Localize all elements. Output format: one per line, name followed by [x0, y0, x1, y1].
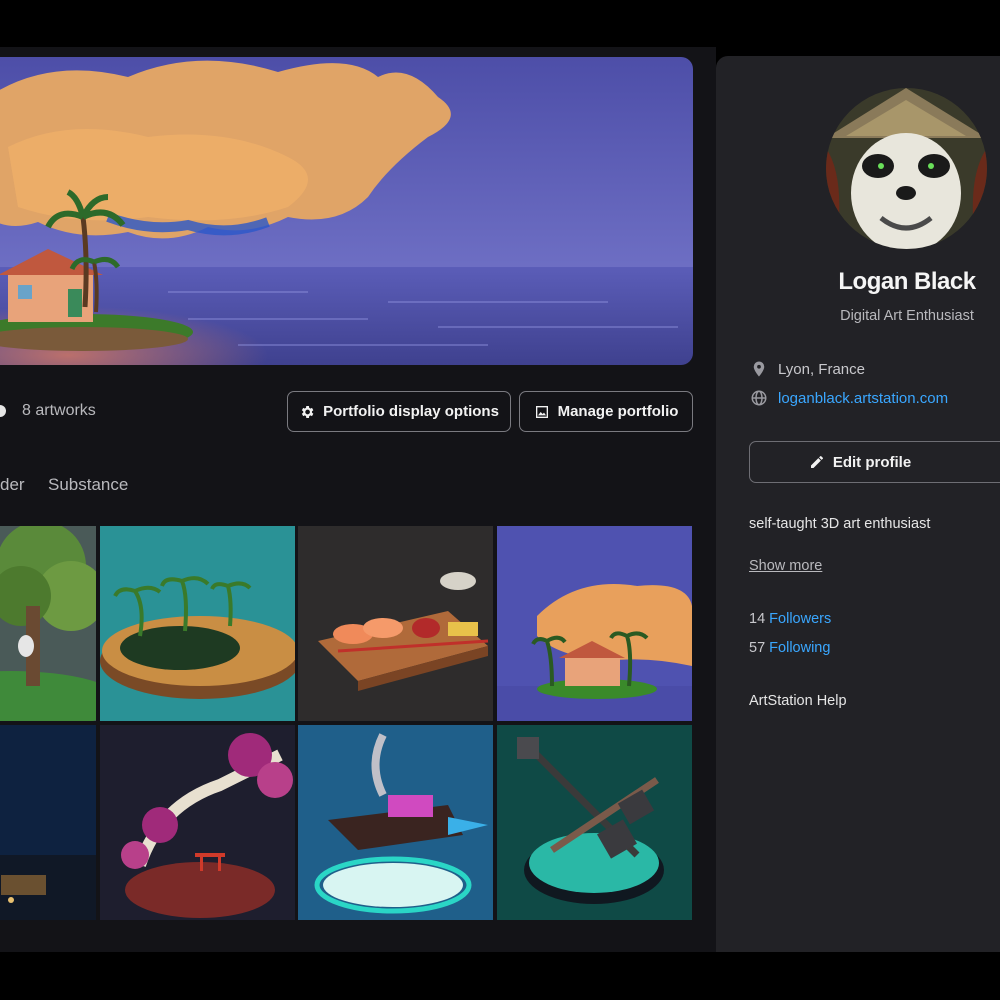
artwork-thumb-torii-cherry[interactable] [100, 725, 295, 920]
edit-profile-button[interactable]: Edit profile [749, 441, 1000, 483]
image-icon [535, 405, 548, 418]
portfolio-main: 8 artworks Portfolio display options Man… [0, 47, 716, 952]
portfolio-display-options-label: Portfolio display options [323, 403, 499, 420]
manage-portfolio-label: Manage portfolio [557, 403, 679, 420]
gear-icon [301, 405, 314, 418]
show-more-link[interactable]: Show more [749, 558, 822, 574]
artwork-thumb-palm-island[interactable] [100, 526, 295, 721]
profile-headline: Digital Art Enthusiast [840, 308, 974, 324]
artworks-count: 8 artworks [22, 402, 96, 419]
artwork-thumb-island-house[interactable] [497, 526, 692, 721]
artwork-thumb-flying-ship[interactable] [298, 725, 493, 920]
manage-portfolio-button[interactable]: Manage portfolio [519, 391, 693, 432]
tab-substance[interactable]: Substance [48, 475, 128, 495]
following-stat[interactable]: 57 Following [749, 640, 830, 656]
tab-der[interactable]: der [0, 475, 25, 495]
profile-dot [0, 405, 6, 417]
location-text: Lyon, France [778, 360, 865, 378]
followers-stat[interactable]: 14 Followers [749, 611, 831, 627]
followers-count: 14 [749, 611, 766, 627]
cover-image [0, 57, 693, 365]
following-count: 57 [749, 640, 766, 656]
artwork-thumb-sushi[interactable] [298, 526, 493, 721]
profile-name: Logan Black [838, 268, 976, 295]
artstation-help-link[interactable]: ArtStation Help [749, 693, 847, 709]
artwork-thumb-night-scene[interactable] [0, 725, 96, 920]
website-row[interactable]: loganblack.artstation.com [750, 389, 948, 407]
followers-link[interactable]: Followers [769, 611, 831, 627]
avatar[interactable] [826, 88, 987, 249]
artwork-thumb-hammers[interactable] [497, 725, 692, 920]
artwork-thumb-tree[interactable] [0, 526, 96, 721]
location-row: Lyon, France [750, 360, 865, 378]
website-link[interactable]: loganblack.artstation.com [778, 390, 948, 407]
profile-bio: self-taught 3D art enthusiast [749, 516, 931, 532]
pencil-icon [810, 455, 823, 468]
top-bar [0, 0, 1000, 47]
bottom-bar [0, 952, 1000, 1000]
portfolio-display-options-button[interactable]: Portfolio display options [287, 391, 511, 432]
location-pin-icon [753, 361, 765, 377]
globe-icon [751, 390, 767, 406]
following-link[interactable]: Following [769, 640, 830, 656]
edit-profile-label: Edit profile [832, 453, 912, 471]
